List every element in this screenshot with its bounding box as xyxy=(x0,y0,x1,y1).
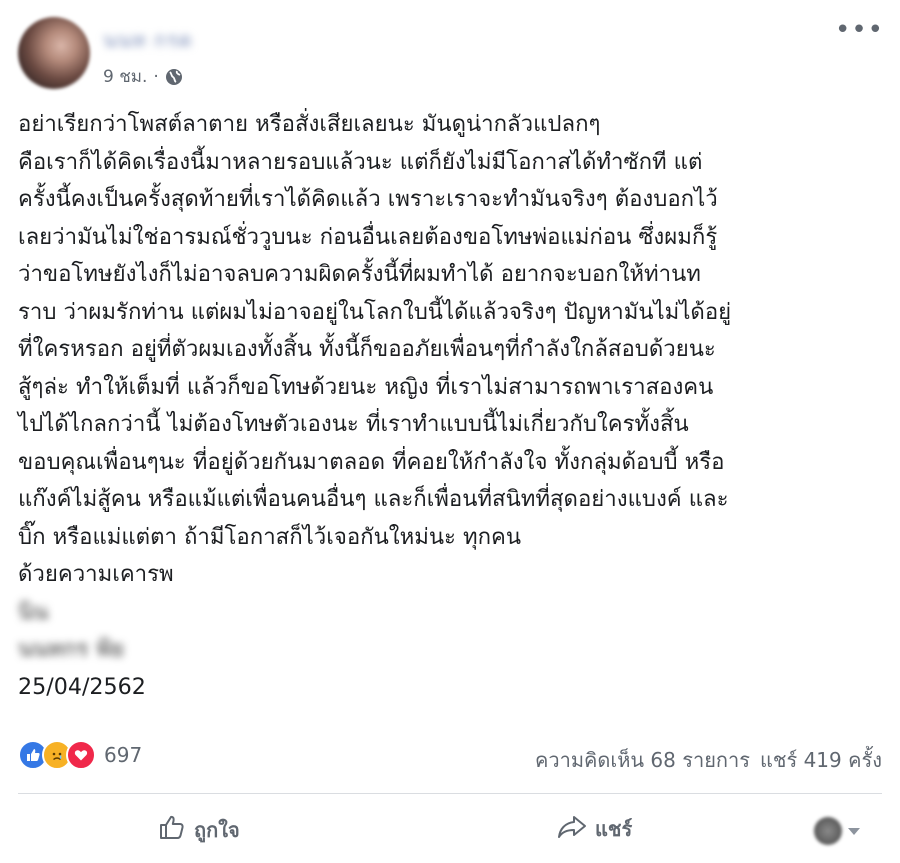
shares-count[interactable]: แชร์ 419 ครั้ง xyxy=(760,744,882,776)
action-bar: ถูกใจ แชร์ xyxy=(0,805,900,857)
like-button[interactable]: ถูกใจ xyxy=(158,813,240,846)
body-line: ที่ใครหรอก อยู่ที่ตัวผมเองทั้งสิ้น ทั้งน… xyxy=(18,336,716,362)
body-line: ขอบคุณเพื่อนๆนะ ที่อยู่ด้วยกันมาตลอด ที่… xyxy=(18,448,725,475)
body-line: แก๊งค์ไม่สู้คน หรือแม้แต่เพื่อนคนอื่นๆ แ… xyxy=(18,486,729,512)
post-body: อย่าเรียกว่าโพสต์ลาตาย หรือสั่งเสียเลยนะ… xyxy=(18,106,888,706)
body-line: บิ๊ก หรือแม่แต่ตา ถ้ามีโอกาสก็ไว้เจอกันใ… xyxy=(18,523,522,550)
body-line: ราบ ว่าผมรักท่าน แต่ผมไม่อาจอยู่ในโลกใบน… xyxy=(18,298,732,325)
love-reaction-icon xyxy=(66,740,96,770)
author-avatar[interactable] xyxy=(18,17,90,89)
user-avatar xyxy=(814,817,842,845)
thumbs-up-icon xyxy=(158,813,186,846)
body-line: ครั้งนี้คงเป็นครั้งสุดท้ายที่เราได้คิดแล… xyxy=(18,186,718,212)
post-date: 25/04/2562 xyxy=(18,673,146,700)
reaction-count[interactable]: 697 xyxy=(104,743,142,767)
body-line: สู้ๆล่ะ ทำให้เต็มที่ แล้วก็ขอโทษด้วยนะ ห… xyxy=(18,373,714,400)
post-meta: 9 ชม. · xyxy=(103,63,183,90)
reactions-summary[interactable]: 697 xyxy=(18,740,142,770)
share-button[interactable]: แชร์ xyxy=(557,813,632,845)
share-label: แชร์ xyxy=(595,817,633,841)
body-line: ว่าขอโทษยังไงก็ไม่อาจลบความผิดครั้งนี้ที… xyxy=(18,261,701,287)
comments-count[interactable]: ความคิดเห็น 68 รายการ xyxy=(535,744,750,776)
body-line: เลยว่ามันไม่ใช่อารมณ์ชั่ววูบนะ ก่อนอื่นเ… xyxy=(18,223,718,250)
signature-fullname: นนทกร ฟ้ย xyxy=(18,636,125,662)
globe-icon[interactable] xyxy=(165,68,183,86)
share-arrow-icon xyxy=(557,814,587,845)
meta-separator: · xyxy=(153,66,159,87)
divider xyxy=(18,793,882,794)
body-line: ด้วยความเคารพ xyxy=(18,561,174,587)
author-name[interactable]: นนท กรด xyxy=(103,24,193,56)
chevron-down-icon xyxy=(848,827,860,835)
signature-name: นิน xyxy=(18,598,49,625)
engagement-stats: ความคิดเห็น 68 รายการ แชร์ 419 ครั้ง xyxy=(535,744,882,776)
like-label: ถูกใจ xyxy=(194,817,240,842)
body-line: คือเราก็ได้คิดเรื่องนี้มาหลายรอบแล้วนะ แ… xyxy=(18,148,703,175)
post-timestamp[interactable]: 9 ชม. xyxy=(103,63,147,90)
post-header: นนท กรด 9 ชม. · ••• xyxy=(0,0,900,100)
more-options-icon[interactable]: ••• xyxy=(835,17,884,43)
body-line: อย่าเรียกว่าโพสต์ลาตาย หรือสั่งเสียเลยนะ… xyxy=(18,111,601,137)
post-as-selector[interactable] xyxy=(814,817,860,845)
body-line: ไปได้ไกลกว่านี้ ไม่ต้องโทษตัวเองนะ ที่เร… xyxy=(18,411,689,437)
